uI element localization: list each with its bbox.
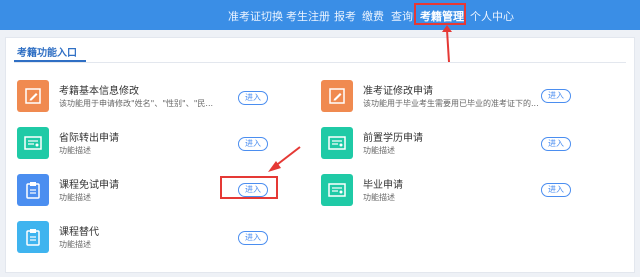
annotation-arrows bbox=[268, 25, 452, 172]
arrow-head-up bbox=[442, 25, 452, 32]
arrow-to-nav bbox=[446, 29, 450, 63]
